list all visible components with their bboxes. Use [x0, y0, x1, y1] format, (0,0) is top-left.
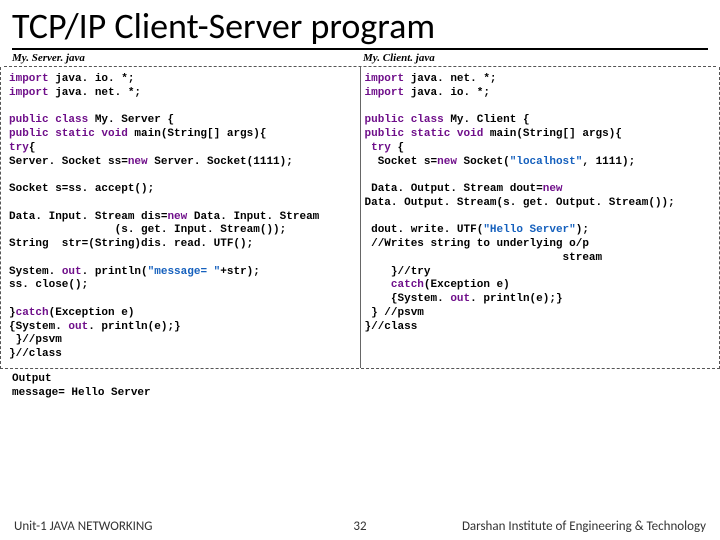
kw-import: import [9, 73, 49, 85]
code-text: My. Client { [450, 114, 529, 126]
code-text: ); [576, 224, 589, 236]
code-text: //Writes string to underlying o/p [365, 238, 589, 250]
code-text [365, 279, 391, 291]
server-code: import java. io. *; import java. net. *;… [5, 67, 361, 368]
output-label: Output [12, 373, 52, 385]
code-text: }//class [9, 348, 62, 360]
code-text: +str); [220, 266, 260, 278]
kw-try: try [9, 142, 29, 154]
code-text: (Exception e) [424, 279, 510, 291]
code-text: stream [365, 252, 603, 264]
kw-out: out [450, 293, 470, 305]
kw-public-static-void: public static void [9, 128, 134, 140]
kw-try: try [365, 142, 398, 154]
footer: Unit-1 JAVA NETWORKING 32 Darshan Instit… [0, 519, 720, 534]
kw-out: out [68, 321, 88, 333]
code-text: (s. get. Input. Stream()); [9, 224, 286, 236]
kw-public-class: public class [365, 114, 451, 126]
code-text: }//try [365, 266, 431, 278]
string-literal: "Hello Server" [483, 224, 575, 236]
kw-new: new [437, 156, 457, 168]
code-text: , 1111); [582, 156, 635, 168]
code-text: ss. close(); [9, 279, 88, 291]
code-text: Data. Output. Stream dout= [365, 183, 543, 195]
code-text: Socket s= [365, 156, 438, 168]
kw-new: new [167, 211, 187, 223]
title-underline [12, 48, 708, 50]
footer-page-number: 32 [330, 519, 390, 534]
kw-public-class: public class [9, 114, 95, 126]
kw-import: import [9, 87, 49, 99]
code-text: Data. Input. Stream [187, 211, 319, 223]
code-text: . println(e);} [470, 293, 562, 305]
kw-catch: catch [16, 307, 49, 319]
code-text: main(String[] args){ [490, 128, 622, 140]
code-text: Data. Input. Stream dis= [9, 211, 167, 223]
code-text: . println( [82, 266, 148, 278]
code-text: . println(e);} [88, 321, 180, 333]
code-text: System. [9, 266, 62, 278]
string-literal: "message= " [148, 266, 221, 278]
code-area: import java. io. *; import java. net. *;… [0, 67, 720, 369]
code-text: java. io. *; [404, 87, 490, 99]
code-text: Socket( [457, 156, 510, 168]
client-filename: My. Client. java [357, 52, 708, 64]
code-text: java. io. *; [49, 73, 135, 85]
code-text: Data. Output. Stream(s. get. Output. Str… [365, 197, 675, 209]
file-headers: My. Server. java My. Client. java [0, 52, 720, 64]
kw-new: new [128, 156, 148, 168]
output-block: Output message= Hello Server [0, 369, 720, 401]
code-text: {System. [9, 321, 68, 333]
footer-unit: Unit-1 JAVA NETWORKING [14, 519, 330, 534]
kw-out: out [62, 266, 82, 278]
code-text: } [9, 307, 16, 319]
kw-new: new [543, 183, 563, 195]
code-text: java. net. *; [49, 87, 141, 99]
code-text: }//psvm [9, 334, 62, 346]
slide-title: TCP/IP Client-Server program [0, 0, 720, 48]
output-line: message= Hello Server [12, 387, 151, 399]
server-filename: My. Server. java [12, 52, 357, 64]
code-text: {System. [365, 293, 451, 305]
code-text: My. Server { [95, 114, 174, 126]
kw-import: import [365, 87, 405, 99]
kw-import: import [365, 73, 405, 85]
string-literal: "localhost" [510, 156, 583, 168]
kw-public-static-void: public static void [365, 128, 490, 140]
code-text: java. net. *; [404, 73, 496, 85]
code-text: Server. Socket(1111); [148, 156, 293, 168]
code-text: } //psvm [365, 307, 424, 319]
kw-catch: catch [391, 279, 424, 291]
code-text: }//class [365, 321, 418, 333]
code-text: Server. Socket ss= [9, 156, 128, 168]
code-text: dout. write. UTF( [365, 224, 484, 236]
code-text: main(String[] args){ [134, 128, 266, 140]
code-text: { [29, 142, 36, 154]
code-text: { [398, 142, 405, 154]
code-text: String str=(String)dis. read. UTF(); [9, 238, 253, 250]
client-code: import java. net. *; import java. io. *;… [361, 67, 716, 368]
code-text: Socket s=ss. accept(); [9, 183, 154, 195]
code-text: (Exception e) [49, 307, 135, 319]
footer-org: Darshan Institute of Engineering & Techn… [390, 519, 706, 534]
